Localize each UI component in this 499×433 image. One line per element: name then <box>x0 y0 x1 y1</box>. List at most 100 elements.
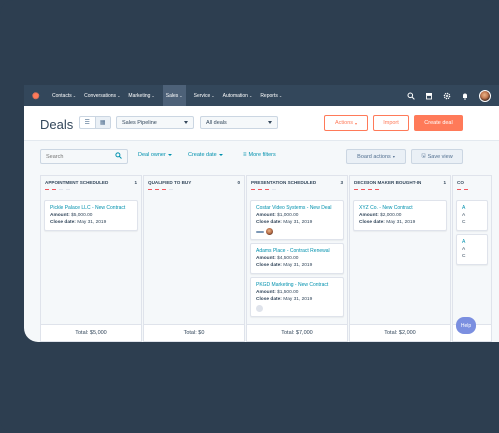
deal-amount: $5,000.00 <box>71 213 93 218</box>
save-icon: 🖫 <box>421 152 426 159</box>
search-field[interactable] <box>40 149 128 164</box>
close-date-label: Close date: <box>50 219 76 225</box>
column-header: PRESENTATION SCHEDULED 3 <box>247 176 347 189</box>
deal-owners <box>256 228 338 235</box>
more-filters-label: More filters <box>248 152 276 158</box>
column-title: PRESENTATION SCHEDULED <box>251 180 317 185</box>
owner-avatar-placeholder[interactable] <box>256 305 263 312</box>
pipeline-select[interactable]: Sales Pipeline <box>116 116 194 129</box>
save-view-label: Save view <box>427 153 453 160</box>
import-button[interactable]: Import <box>373 115 409 131</box>
chevron-down-icon: ⌄ <box>278 93 283 98</box>
nav-item-service[interactable]: Service ⌄ <box>194 93 215 99</box>
nav-item-marketing[interactable]: Marketing ⌄ <box>128 93 154 99</box>
view-select[interactable]: All deals <box>200 116 278 129</box>
board-column: PRESENTATION SCHEDULED 3 Costar Video Sys… <box>246 175 348 342</box>
column-title: DECISION MAKER BOUGHT-IN <box>354 180 422 185</box>
marketplace-icon[interactable] <box>425 92 433 100</box>
column-count: 3 <box>340 180 343 185</box>
deal-close-date: May 31, 2019 <box>283 219 313 225</box>
deal-card[interactable]: XYZ Co. - New Contract Amount: $2,000.00… <box>353 200 447 231</box>
deal-card[interactable]: PKGD Marketing - New Contract Amount: $1… <box>250 277 344 317</box>
caret-down-icon <box>184 121 188 124</box>
column-title: APPOINTMENT SCHEDULED <box>45 180 109 185</box>
amount-label: Amount: <box>359 213 379 218</box>
column-header: DECISION MAKER BOUGHT-IN 1 <box>350 176 450 189</box>
chevron-down-icon: ⌄ <box>179 93 183 98</box>
deal-name-link[interactable]: Costar Video Systems - New Deal <box>256 205 338 211</box>
settings-icon[interactable] <box>443 92 451 100</box>
amount-label: Amount: <box>256 256 276 261</box>
deal-close-date: C <box>462 253 466 259</box>
search-icon[interactable] <box>407 92 415 100</box>
nav-item-sales[interactable]: Sales ⌄ <box>162 85 186 106</box>
deal-owners <box>256 305 338 312</box>
search-input[interactable] <box>46 153 106 160</box>
close-date-label: Close date: <box>256 219 282 225</box>
board-actions-button[interactable]: Board actions ▾ <box>346 149 406 164</box>
nav-label: Automation <box>222 92 248 99</box>
top-nav: ✺ Contacts ⌄ Conversations ⌄ Marketing ⌄ Sa… <box>24 85 499 106</box>
list-view-icon[interactable]: ☰ <box>80 117 95 128</box>
nav-item-conversations[interactable]: Conversations ⌄ <box>84 93 120 99</box>
create-date-filter[interactable]: Create date <box>188 152 223 158</box>
close-date-label: Close date: <box>256 262 282 268</box>
view-toggle: ☰ ▦ <box>79 116 111 129</box>
deal-card[interactable]: Pickle Palace LLC - New Contract Amount:… <box>44 200 138 231</box>
deal-amount: $1,500.00 <box>277 290 299 295</box>
column-count: 1 <box>134 180 137 185</box>
column-count: 0 <box>237 180 240 185</box>
create-date-label: Create date <box>188 152 217 158</box>
actions-button[interactable]: Actions ▾ <box>324 115 368 131</box>
board-view-icon[interactable]: ▦ <box>94 117 110 128</box>
nav-item-automation[interactable]: Automation ⌄ <box>223 93 253 99</box>
deal-card[interactable]: Costar Video Systems - New Deal Amount: … <box>250 200 344 240</box>
deal-amount: $2,000.00 <box>380 213 402 218</box>
column-total: Total: $0 <box>144 324 244 341</box>
user-avatar[interactable] <box>479 89 491 102</box>
deal-card[interactable]: A A C <box>456 200 488 231</box>
column-title: CO <box>457 180 464 185</box>
nav-label: Marketing <box>128 92 151 99</box>
deal-close-date: May 31, 2019 <box>77 219 107 225</box>
deal-close-date: May 31, 2019 <box>283 262 313 268</box>
nav-item-contacts[interactable]: Contacts ⌄ <box>52 93 76 99</box>
search-icon[interactable] <box>115 152 122 161</box>
deal-name-link[interactable]: Adams Place - Contract Renewal <box>256 248 338 254</box>
create-deal-label: Create deal <box>424 120 453 126</box>
amount-label: Amount: <box>256 213 276 218</box>
save-view-button[interactable]: 🖫 Save view <box>411 149 463 164</box>
column-total: Total: $2,000 <box>350 324 450 341</box>
amount-label: Amount: <box>256 290 276 295</box>
deal-name-link[interactable]: A <box>462 205 482 211</box>
create-deal-button[interactable]: Create deal <box>414 115 463 131</box>
help-button[interactable]: Help <box>456 317 476 334</box>
deal-name-link[interactable]: PKGD Marketing - New Contract <box>256 282 338 288</box>
caret-down-icon: ▾ <box>392 154 395 159</box>
more-filters-link[interactable]: ≡ More filters <box>243 152 276 158</box>
chevron-down-icon: ⌄ <box>117 93 121 98</box>
board-column: APPOINTMENT SCHEDULED 1 Pickle Palace LLC… <box>40 175 142 342</box>
nav-item-reports[interactable]: Reports ⌄ <box>260 93 282 99</box>
deal-owner-filter[interactable]: Deal owner <box>138 152 172 158</box>
column-header: CO <box>453 176 491 189</box>
notifications-icon[interactable] <box>461 92 469 100</box>
actions-label: Actions <box>334 120 354 126</box>
board-column: QUALIFIED TO BUY 0 Total: $0 <box>143 175 245 342</box>
owner-avatar[interactable] <box>266 228 273 235</box>
column-header: APPOINTMENT SCHEDULED 1 <box>41 176 141 189</box>
board-column: CO A A C A A C <box>452 175 492 342</box>
caret-down-icon <box>218 154 223 156</box>
deal-card[interactable]: A A C <box>456 234 488 265</box>
deal-name-link[interactable]: A <box>462 239 482 245</box>
caret-down-icon <box>268 121 272 124</box>
hubspot-logo-icon[interactable]: ✺ <box>32 91 42 101</box>
deal-card[interactable]: Adams Place - Contract Renewal Amount: $… <box>250 243 344 274</box>
close-date-label: Close date: <box>359 219 385 225</box>
owner-stripe <box>256 230 264 233</box>
deal-name-link[interactable]: XYZ Co. - New Contract <box>359 205 441 211</box>
deals-board: APPOINTMENT SCHEDULED 1 Pickle Palace LLC… <box>40 175 499 342</box>
deal-close-date: May 31, 2019 <box>283 296 313 302</box>
deal-name-link[interactable]: Pickle Palace LLC - New Contract <box>50 205 132 211</box>
deal-amount: $4,500.00 <box>277 256 299 261</box>
